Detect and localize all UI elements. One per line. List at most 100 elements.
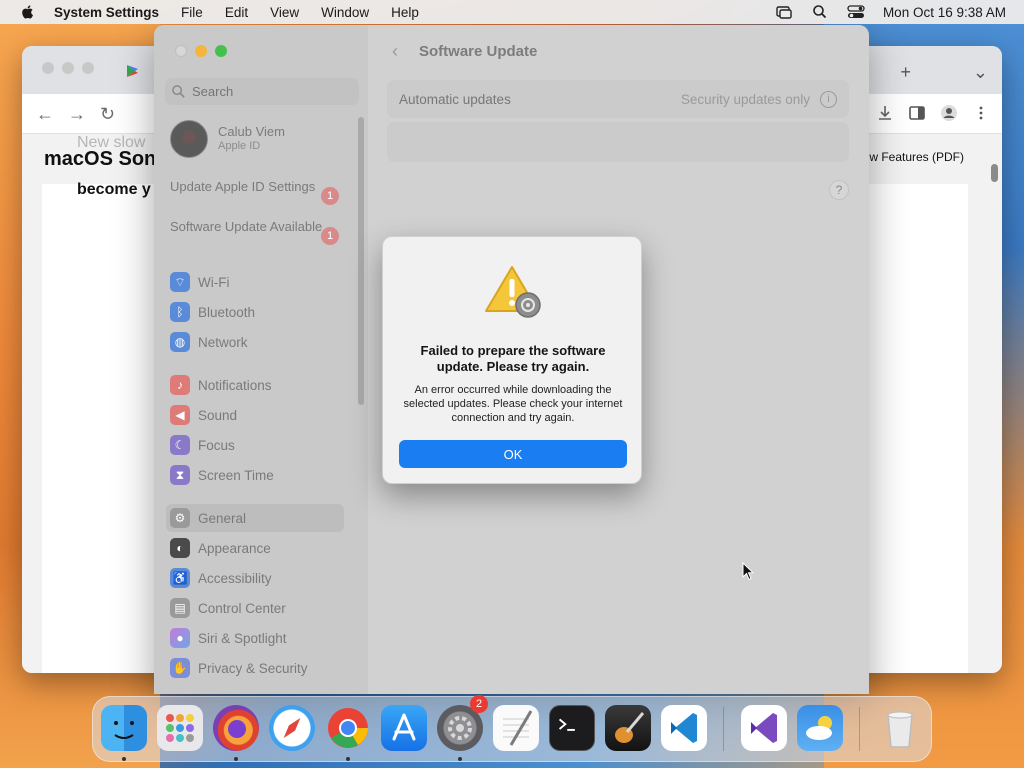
control-center-icon[interactable] (847, 4, 865, 20)
apple-menu-icon[interactable] (20, 4, 36, 20)
menu-view[interactable]: View (270, 5, 299, 20)
sidebar-item-label: Bluetooth (198, 304, 256, 320)
side-panel-icon[interactable] (908, 104, 926, 122)
menu-edit[interactable]: Edit (225, 5, 248, 20)
dock-trash[interactable] (877, 705, 923, 751)
settings-badge: 2 (470, 695, 488, 713)
close-button[interactable] (175, 45, 187, 57)
mouse-cursor-icon (742, 562, 754, 581)
hourglass-icon: ⧗ (170, 465, 190, 485)
new-tab-icon[interactable]: + (900, 62, 911, 83)
dock-weather[interactable] (797, 705, 843, 751)
more-menu-icon[interactable] (972, 104, 990, 122)
search-field[interactable] (165, 78, 359, 105)
sidebar-item-label: Notifications (198, 377, 272, 393)
ok-button[interactable]: OK (399, 440, 627, 468)
menu-bar: System Settings File Edit View Window He… (0, 0, 1024, 24)
dock-visual-studio[interactable] (741, 705, 787, 751)
alert-title: Failed to prepare the software update. P… (420, 343, 606, 374)
reload-icon[interactable]: ↻ (100, 104, 115, 125)
browser-close-button[interactable] (42, 62, 54, 74)
sidebar-item-focus[interactable]: ☾ Focus (166, 432, 344, 458)
user-name-block: Calub Viem Apple ID (218, 124, 285, 154)
minimize-button[interactable] (195, 45, 207, 57)
spotlight-search-icon[interactable] (811, 4, 829, 20)
launchpad-grid-icon (166, 714, 194, 742)
sidebar-item-bluetooth[interactable]: ᛒ Bluetooth (166, 299, 344, 325)
menu-clock[interactable]: Mon Oct 16 9:38 AM (883, 5, 1006, 20)
settings-running-dot (458, 757, 462, 761)
back-arrow-icon[interactable]: ← (36, 104, 54, 125)
sidebar-item-sound[interactable]: ◀ Sound (166, 402, 344, 428)
bluetooth-icon: ᛒ (170, 302, 190, 322)
browser-minimize-button[interactable] (62, 62, 74, 74)
notice-label: Software Update Available (170, 219, 323, 234)
notice-update-apple-id[interactable]: Update Apple ID Settings 1 (170, 179, 345, 205)
download-icon[interactable] (876, 104, 894, 122)
accessibility-icon: ♿ (170, 568, 190, 588)
sidebar-item-control-center[interactable]: ▤ Control Center (166, 595, 344, 621)
help-button[interactable]: ? (829, 180, 849, 200)
tab-list-chevron-icon[interactable]: ⌄ (973, 62, 988, 83)
sidebar-item-wifi[interactable]: ⌔ Wi-Fi (166, 269, 344, 295)
sidebar-item-label: General (198, 510, 247, 526)
appearance-icon: ◐ (170, 538, 190, 558)
search-input[interactable] (192, 84, 352, 99)
zoom-button[interactable] (215, 45, 227, 57)
menu-file[interactable]: File (181, 5, 203, 20)
dock-terminal[interactable] (549, 705, 595, 751)
dock-vscode[interactable] (661, 705, 707, 751)
dock-textedit[interactable] (493, 705, 539, 751)
sound-speaker-icon: ◀ (170, 405, 190, 425)
dock-finder[interactable] (101, 705, 147, 751)
menu-window[interactable]: Window (321, 5, 369, 20)
sidebar-item-privacy-security[interactable]: ✋ Privacy & Security (166, 655, 344, 681)
weather-cloud-icon (806, 716, 832, 740)
notice-badge: 1 (321, 227, 339, 245)
screen-mirroring-icon[interactable] (775, 4, 793, 20)
automatic-updates-row[interactable]: Automatic updates Security updates only … (387, 80, 849, 118)
profile-icon[interactable] (940, 104, 958, 122)
info-icon[interactable]: i (820, 90, 837, 108)
sidebar-item-appearance[interactable]: ◐ Appearance (166, 535, 344, 561)
browser-scrollbar[interactable] (991, 164, 998, 182)
sidebar-item-general[interactable]: ⚙ General (166, 504, 344, 532)
alert-message: An error occurred while downloading the … (403, 384, 623, 424)
sidebar-item-accessibility[interactable]: ♿ Accessibility (166, 565, 344, 591)
dock-launchpad[interactable] (157, 705, 203, 751)
chrome-icon (328, 708, 368, 748)
sidebar-item-label: Sound (198, 407, 238, 423)
app-name-menu[interactable]: System Settings (54, 5, 159, 20)
sidebar-item-network[interactable]: ◍ Network (166, 329, 344, 355)
terminal-icon (558, 718, 575, 731)
app-store-icon (392, 713, 416, 741)
sidebar-item-notifications[interactable]: ♪ Notifications (166, 372, 344, 398)
menu-help[interactable]: Help (391, 5, 419, 20)
page-title: Software Update (419, 43, 538, 60)
wifi-icon: ⌔ (170, 272, 190, 292)
sidebar-item-siri-spotlight[interactable]: ● Siri & Spotlight (166, 625, 344, 651)
search-icon (172, 85, 185, 98)
dock-firefox[interactable] (213, 705, 259, 751)
dock-separator (723, 707, 724, 751)
sidebar-item-screen-time[interactable]: ⧗ Screen Time (166, 462, 344, 488)
apple-id-account[interactable]: Calub Viem Apple ID (170, 120, 285, 158)
dock-garageband[interactable] (605, 705, 651, 751)
privacy-hand-icon: ✋ (170, 658, 190, 678)
features-pdf-link[interactable]: w Features (PDF) (869, 150, 964, 164)
sidebar-scrollbar[interactable] (358, 117, 364, 405)
page-subheading: become y (77, 181, 151, 198)
dock-chrome[interactable] (325, 705, 371, 751)
user-subtitle: Apple ID (218, 140, 261, 152)
back-chevron-icon[interactable]: ‹ (392, 41, 398, 62)
dock-safari[interactable] (269, 705, 315, 751)
visual-studio-icon (751, 713, 777, 743)
notice-software-update[interactable]: Software Update Available 1 (170, 219, 345, 245)
browser-zoom-button[interactable] (82, 62, 94, 74)
forward-arrow-icon[interactable]: → (68, 104, 86, 125)
dock-app-store[interactable] (381, 705, 427, 751)
google-play-icon (127, 65, 138, 77)
error-alert-dialog: Failed to prepare the software update. P… (382, 236, 642, 484)
update-status-row (387, 122, 849, 162)
sidebar-item-label: Appearance (198, 540, 271, 556)
